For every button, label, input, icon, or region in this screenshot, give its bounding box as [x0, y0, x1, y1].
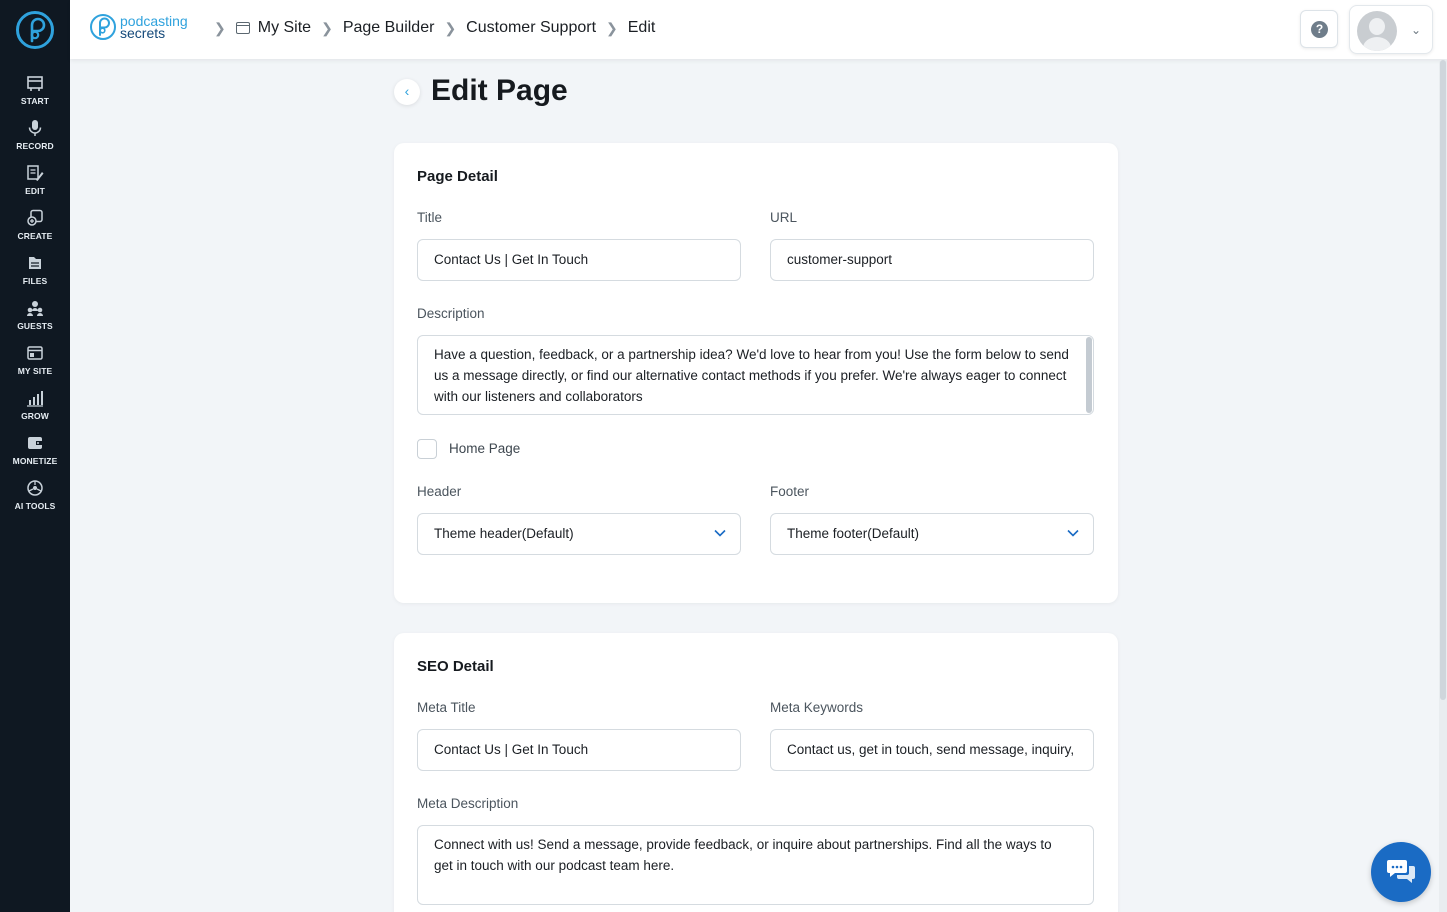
site-icon: [235, 22, 250, 34]
sidebar-item-edit[interactable]: EDIT: [0, 164, 70, 196]
help-button[interactable]: ?: [1300, 10, 1338, 48]
footer-select[interactable]: Theme footer(Default): [770, 513, 1094, 555]
sidebar-item-guests[interactable]: GUESTS: [0, 299, 70, 331]
url-label: URL: [770, 210, 798, 225]
home-page-label: Home Page: [449, 441, 521, 456]
sidebar-item-label: AI TOOLS: [14, 501, 56, 511]
app-logo-icon[interactable]: [16, 11, 54, 49]
description-textarea[interactable]: Have a question, feedback, or a partners…: [417, 335, 1094, 415]
meta-keywords-label: Meta Keywords: [770, 700, 864, 715]
sidebar-item-label: EDIT: [25, 186, 45, 196]
sidebar-item-files[interactable]: FILES: [0, 254, 70, 286]
chevron-down-icon: ⌄: [1411, 23, 1422, 37]
description-label: Description: [417, 306, 485, 321]
meta-description-textarea[interactable]: Connect with us! Send a message, provide…: [417, 825, 1094, 905]
footer-label: Footer: [770, 484, 810, 499]
meta-description-text: Connect with us! Send a message, provide…: [434, 837, 1052, 873]
meta-title-input[interactable]: Contact Us | Get In Touch: [417, 729, 741, 771]
breadcrumb-customer-support[interactable]: Customer Support: [466, 19, 596, 37]
sidebar-item-label: GUESTS: [17, 321, 53, 331]
sidebar-item-my-site[interactable]: MY SITE: [0, 344, 70, 376]
back-button[interactable]: ‹: [394, 79, 420, 105]
breadcrumb-edit: Edit: [627, 19, 656, 36]
start-icon: [27, 76, 43, 91]
meta-description-label: Meta Description: [417, 796, 519, 811]
title-input[interactable]: Contact Us | Get In Touch: [417, 239, 741, 281]
grow-icon: [27, 391, 43, 407]
chevron-right-icon: ❯: [444, 19, 457, 36]
help-icon: ?: [1311, 21, 1328, 38]
my-site-icon: [27, 346, 43, 360]
sidebar-item-label: MONETIZE: [12, 456, 58, 466]
sidebar-item-label: FILES: [22, 276, 48, 286]
chat-button[interactable]: [1371, 842, 1431, 902]
brand-logo[interactable]: podcasting secrets: [90, 12, 188, 42]
page-scrollbar-thumb[interactable]: [1440, 60, 1446, 700]
user-menu-button[interactable]: ⌄: [1349, 5, 1433, 54]
chevron-right-icon: ❯: [321, 19, 333, 36]
seo-detail-heading: SEO Detail: [417, 658, 494, 675]
guests-icon: [27, 301, 43, 316]
url-input[interactable]: customer-support: [770, 239, 1094, 281]
page-detail-heading: Page Detail: [417, 168, 498, 185]
edit-icon: [27, 165, 44, 181]
chevron-right-icon: ❯: [606, 19, 618, 36]
sidebar-item-grow[interactable]: GROW: [0, 389, 70, 421]
home-page-checkbox[interactable]: [417, 439, 437, 459]
meta-keywords-input[interactable]: Contact us, get in touch, send message, …: [770, 729, 1094, 771]
sidebar-item-record[interactable]: RECORD: [0, 119, 70, 151]
sidebar-item-label: MY SITE: [17, 366, 53, 376]
description-scrollbar[interactable]: [1086, 337, 1092, 413]
chevron-left-icon: ‹: [404, 83, 410, 99]
ai-tools-icon: [27, 480, 43, 496]
breadcrumb-my-site[interactable]: My Site: [258, 19, 311, 37]
chevron-down-icon: [1067, 529, 1079, 537]
page-detail-card: Page Detail Title Contact Us | Get In To…: [394, 143, 1118, 603]
sidebar-item-label: GROW: [21, 411, 49, 421]
meta-title-label: Meta Title: [417, 700, 476, 715]
monetize-icon: [28, 437, 42, 449]
page-title: Edit Page: [431, 74, 568, 107]
sidebar-item-create[interactable]: CREATE: [0, 209, 70, 241]
brand-mark-icon: [90, 14, 116, 40]
breadcrumb-page-builder[interactable]: Page Builder: [343, 19, 435, 37]
sidebar-item-monetize[interactable]: MONETIZE: [0, 434, 70, 466]
title-label: Title: [417, 210, 443, 225]
seo-detail-card: SEO Detail Meta Title Contact Us | Get I…: [394, 633, 1118, 912]
microphone-icon: [28, 120, 42, 136]
header-select-value: Theme header(Default): [434, 526, 574, 541]
sidebar-item-label: START: [20, 96, 50, 106]
top-bar: podcasting secrets ❯ My Site ❯ Page Buil…: [70, 0, 1447, 59]
page-scrollbar[interactable]: [1439, 60, 1447, 912]
files-icon: [29, 257, 41, 269]
breadcrumb: ❯ My Site ❯ Page Builder ❯ Customer Supp…: [204, 19, 655, 37]
description-text: Have a question, feedback, or a partners…: [434, 347, 1069, 404]
sidebar-item-ai-tools[interactable]: AI TOOLS: [0, 479, 70, 511]
sidebar-item-label: RECORD: [16, 141, 54, 151]
chevron-right-icon: ❯: [214, 19, 226, 36]
chevron-down-icon: [714, 529, 726, 537]
footer-select-value: Theme footer(Default): [787, 526, 920, 541]
chat-icon: [1387, 860, 1415, 883]
avatar: [1357, 11, 1397, 51]
header-label: Header: [417, 484, 462, 499]
sidebar-item-label: CREATE: [17, 231, 53, 241]
sidebar-item-start[interactable]: START: [0, 74, 70, 106]
sidebar: START RECORD EDIT CREATE FILES GUESTS MY…: [0, 0, 70, 912]
header-select[interactable]: Theme header(Default): [417, 513, 741, 555]
create-icon: [27, 209, 43, 226]
